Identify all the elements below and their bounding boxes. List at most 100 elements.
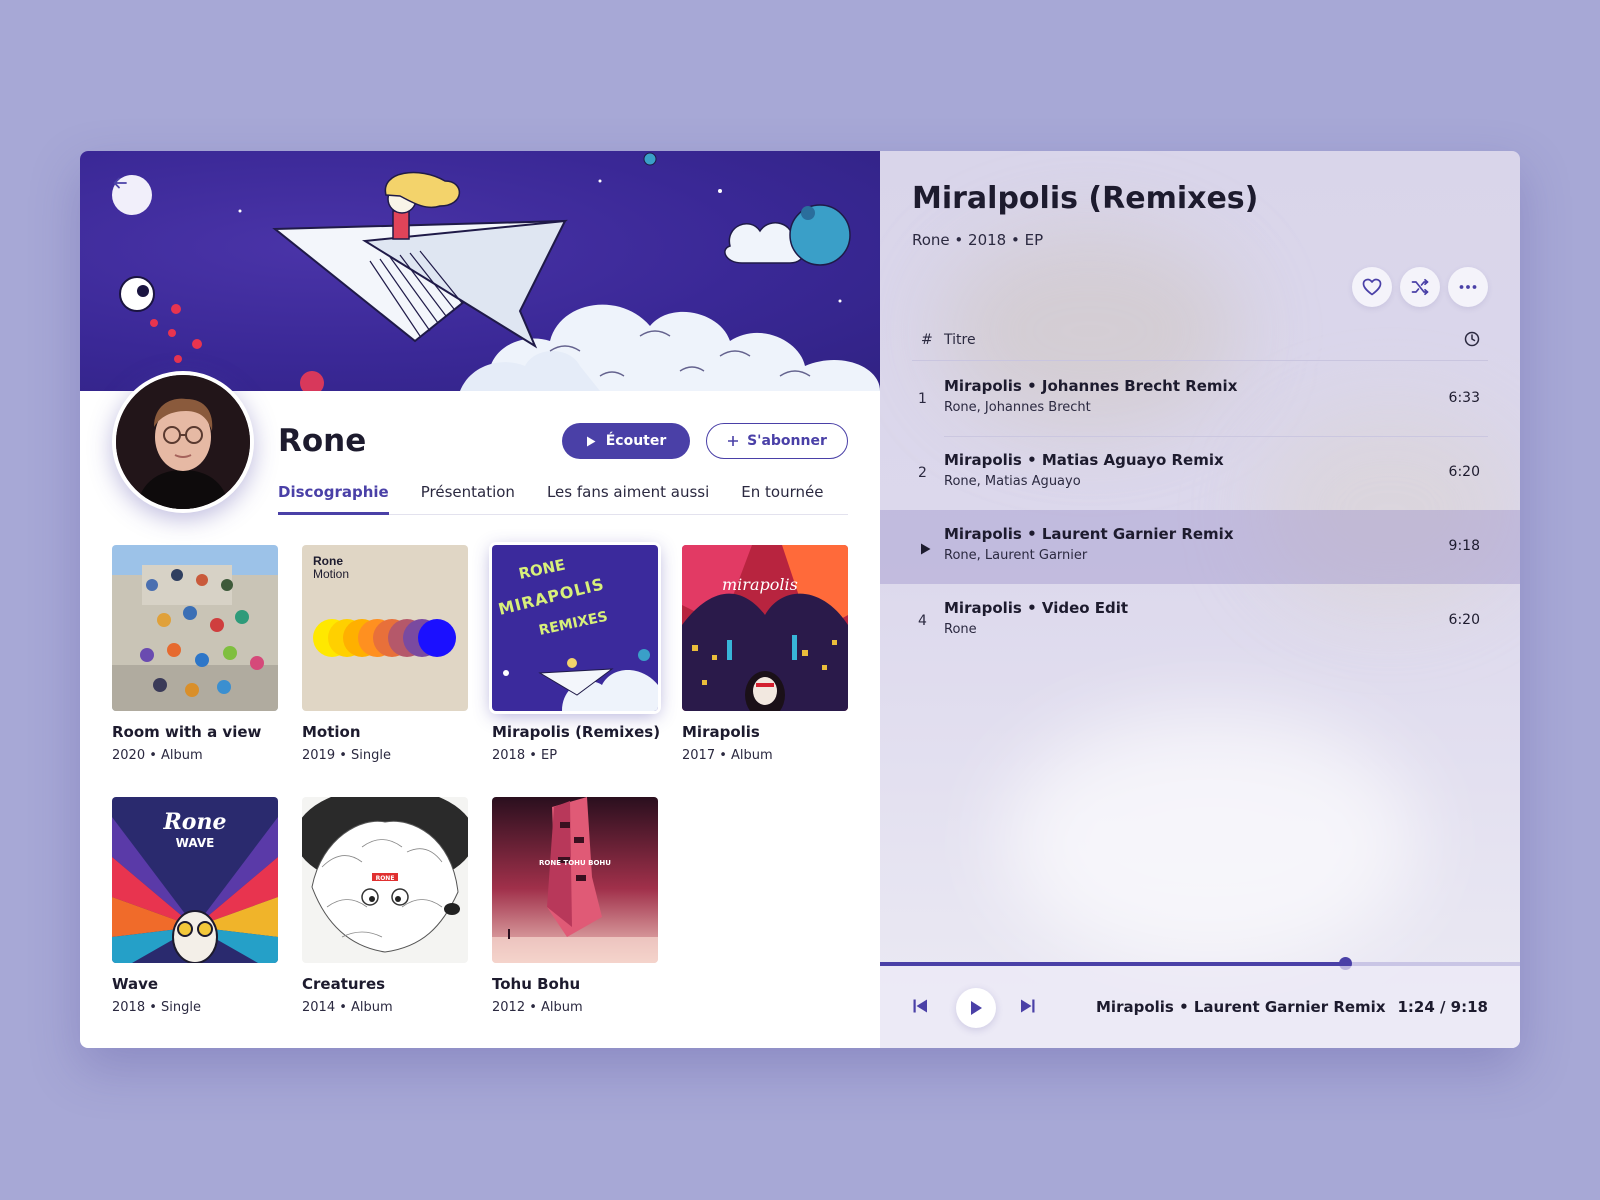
- tab-presentation[interactable]: Présentation: [421, 481, 515, 515]
- more-options-button[interactable]: [1448, 267, 1488, 307]
- play-icon: [586, 436, 596, 446]
- skip-next-icon: [1021, 999, 1035, 1013]
- cover-text: RONE: [376, 875, 395, 882]
- album-cover: mirapolis: [682, 545, 848, 711]
- now-playing-title: Mirapolis • Laurent Garnier Remix: [1096, 998, 1386, 1016]
- album-cover: Rone WAVE: [112, 797, 278, 963]
- album-cover-art: Rone WAVE: [112, 797, 278, 963]
- shuffle-icon: [1411, 278, 1429, 296]
- subscribe-button-label: S'abonner: [747, 433, 827, 449]
- album-cover: [112, 545, 278, 711]
- tab-fans-also-like[interactable]: Les fans aiment aussi: [547, 481, 709, 515]
- shuffle-button[interactable]: [1400, 267, 1440, 307]
- album-title: Mirapolis: [682, 723, 760, 741]
- album-card-room-with-a-view[interactable]: Room with a view 2020 • Album: [112, 545, 278, 763]
- background-blur: [1000, 711, 1420, 971]
- track-duration: 6:33: [1448, 390, 1480, 406]
- track-title: Mirapolis • Johannes Brecht Remix: [944, 377, 1238, 395]
- track-title: Mirapolis • Video Edit: [944, 599, 1129, 617]
- track-title: Mirapolis • Laurent Garnier Remix: [944, 525, 1234, 543]
- app-window: Rone Écouter S'abonner Discographie Prés…: [80, 151, 1520, 1048]
- album-cover: Rone Motion: [302, 545, 468, 711]
- player-bar: Mirapolis • Laurent Garnier Remix 1:24 /…: [880, 966, 1520, 1048]
- album-meta: 2018 • Single: [112, 1000, 201, 1015]
- album-title: Room with a view: [112, 723, 262, 741]
- track-duration: 9:18: [1448, 538, 1480, 554]
- album-meta: 2020 • Album: [112, 748, 203, 763]
- artist-banner: [80, 151, 880, 391]
- track-artists: Rone, Johannes Brecht: [944, 400, 1091, 415]
- track-row-1[interactable]: 1 Mirapolis • Johannes Brecht Remix Rone…: [880, 362, 1520, 436]
- artist-name: Rone: [278, 423, 367, 459]
- listen-button-label: Écouter: [605, 433, 667, 449]
- album-card-mirapolis-remixes[interactable]: RONE MIRAPOLIS REMIXES Mirapolis (Remixe…: [492, 545, 660, 763]
- play-pause-button[interactable]: [956, 988, 996, 1028]
- cover-text: Rone: [163, 809, 227, 835]
- album-cover-art: RONE MIRAPOLIS REMIXES: [492, 545, 658, 711]
- track-duration: 6:20: [1448, 464, 1480, 480]
- heart-icon: [1362, 278, 1382, 296]
- track-duration: 6:20: [1448, 612, 1480, 628]
- track-number-header: #: [921, 332, 933, 348]
- playback-time: 1:24 / 9:18: [1397, 998, 1488, 1016]
- album-card-creatures[interactable]: RONE Creatures 2014 • Album: [302, 797, 468, 1015]
- back-button[interactable]: [112, 175, 152, 215]
- track-row-2[interactable]: 2 Mirapolis • Matias Aguayo Remix Rone, …: [880, 436, 1520, 510]
- album-title: Motion: [302, 723, 361, 741]
- album-cover-art: mirapolis: [682, 545, 848, 711]
- album-meta: 2014 • Album: [302, 1000, 393, 1015]
- previous-track-button[interactable]: [910, 996, 930, 1016]
- album-card-tohu-bohu[interactable]: RONE TOHU BOHU Tohu Bohu 2012 • Album: [492, 797, 658, 1015]
- like-button[interactable]: [1352, 267, 1392, 307]
- album-meta: 2018 • EP: [492, 748, 558, 763]
- album-card-mirapolis[interactable]: mirapolis Mirapolis 2017 • Album: [682, 545, 848, 763]
- duration-header: [1464, 331, 1480, 351]
- banner-illustration: [119, 152, 880, 391]
- artist-tabs: Discographie Présentation Les fans aimen…: [278, 481, 848, 515]
- cover-text: Rone: [313, 554, 343, 568]
- skip-previous-icon: [913, 999, 927, 1013]
- album-title: Tohu Bohu: [492, 975, 581, 993]
- track-artists: Rone, Laurent Garnier: [944, 548, 1088, 563]
- track-title: Mirapolis • Matias Aguayo Remix: [944, 451, 1224, 469]
- more-icon: [1459, 285, 1477, 289]
- album-title: Creatures: [302, 975, 386, 993]
- track-row-3-playing[interactable]: Mirapolis • Laurent Garnier Remix Rone, …: [880, 510, 1520, 584]
- back-arrow-icon: [113, 177, 127, 189]
- album-cover-selected: RONE MIRAPOLIS REMIXES: [492, 545, 658, 711]
- clock-icon: [1464, 331, 1480, 347]
- artist-avatar: [112, 371, 254, 513]
- tab-on-tour[interactable]: En tournée: [741, 481, 823, 515]
- cover-text: RONE TOHU BOHU: [539, 859, 611, 867]
- album-meta: 2019 • Single: [302, 748, 391, 763]
- cover-text: mirapolis: [722, 575, 798, 594]
- listen-button[interactable]: Écouter: [562, 423, 690, 459]
- album-card-motion[interactable]: Rone Motion Motion 2019 • Single: [302, 545, 468, 763]
- track-artists: Rone, Matias Aguayo: [944, 474, 1081, 489]
- track-number: 2: [918, 465, 927, 481]
- album-card-wave[interactable]: Rone WAVE Wave 2018 • Single: [112, 797, 278, 1015]
- now-playing-indicator: [920, 540, 931, 559]
- album-cover-art: RONE: [302, 797, 468, 963]
- play-icon: [921, 543, 931, 555]
- album-cover-art: RONE TOHU BOHU: [492, 797, 658, 963]
- track-artists: Rone: [944, 622, 977, 637]
- subscribe-button[interactable]: S'abonner: [706, 423, 848, 459]
- album-cover-art: [112, 545, 278, 711]
- artist-panel: Rone Écouter S'abonner Discographie Prés…: [80, 151, 880, 1048]
- album-cover-art: Rone Motion: [302, 545, 468, 711]
- album-title: Miralpolis (Remixes): [912, 181, 1259, 216]
- play-icon: [971, 1001, 982, 1015]
- tab-discographie[interactable]: Discographie: [278, 481, 389, 515]
- plus-icon: [728, 436, 739, 446]
- album-title: Wave: [112, 975, 159, 993]
- album-meta: 2012 • Album: [492, 1000, 583, 1015]
- track-row-4[interactable]: 4 Mirapolis • Video Edit Rone 6:20: [880, 584, 1520, 658]
- next-track-button[interactable]: [1018, 996, 1038, 1016]
- track-title-header: Titre: [944, 332, 976, 348]
- tracklist-header: # Titre: [912, 329, 1488, 361]
- track-number: 4: [918, 613, 927, 629]
- album-panel: Miralpolis (Remixes) Rone • 2018 • EP # …: [880, 151, 1520, 1048]
- album-meta: 2017 • Album: [682, 748, 773, 763]
- album-cover: RONE TOHU BOHU: [492, 797, 658, 963]
